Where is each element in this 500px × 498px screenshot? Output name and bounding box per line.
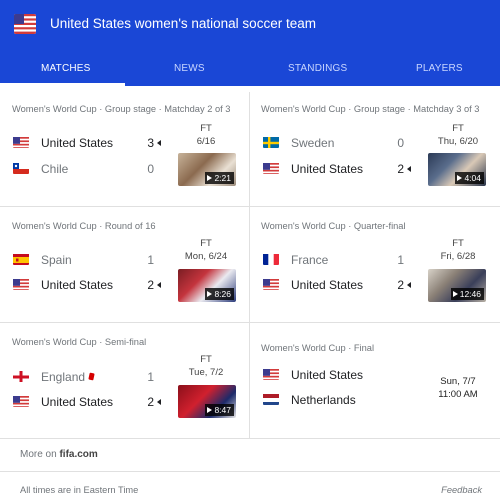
chile-flag-icon bbox=[13, 162, 29, 174]
timezone-note: All times are in Eastern Time bbox=[20, 485, 139, 495]
us-flag-icon bbox=[13, 395, 29, 407]
play-icon bbox=[207, 291, 213, 297]
team-score: 2 bbox=[397, 278, 404, 292]
match-stage: Women's World Cup · Quarter-final bbox=[261, 221, 406, 231]
column-divider bbox=[249, 92, 250, 438]
match-status: FT bbox=[200, 238, 212, 249]
video-duration: 12:46 bbox=[450, 288, 484, 300]
tab-players[interactable]: PLAYERS bbox=[416, 63, 463, 74]
match-date: 6/16 bbox=[196, 136, 216, 147]
england-flag-icon bbox=[13, 370, 29, 382]
play-icon bbox=[207, 407, 213, 413]
match-stage: Women's World Cup · Round of 16 bbox=[12, 221, 156, 231]
match-stage: Women's World Cup · Group stage · Matchd… bbox=[12, 104, 231, 114]
team-header: United States women's national soccer te… bbox=[0, 0, 500, 86]
team-score: 0 bbox=[147, 162, 154, 176]
netherlands-flag-icon bbox=[263, 393, 279, 405]
team-name: Sweden bbox=[291, 136, 335, 150]
team-score: 2 bbox=[147, 395, 154, 409]
match-date: Thu, 6/20 bbox=[437, 136, 479, 147]
team-name: England bbox=[41, 370, 86, 384]
match-stage: Women's World Cup · Semi-final bbox=[12, 337, 147, 347]
feedback-link[interactable]: Feedback bbox=[441, 485, 482, 495]
match-status: FT bbox=[452, 238, 464, 249]
video-thumbnail[interactable]: 8:26 bbox=[178, 269, 236, 302]
match-time: 11:00 AM bbox=[438, 389, 478, 400]
tab-matches[interactable]: MATCHES bbox=[41, 63, 91, 74]
red-card-icon bbox=[88, 372, 95, 381]
video-duration: 4:04 bbox=[455, 172, 484, 184]
team-name: United States bbox=[291, 162, 364, 176]
team-name: Spain bbox=[41, 253, 72, 267]
team-name: United States bbox=[41, 278, 114, 292]
video-thumbnail[interactable]: 2:21 bbox=[178, 153, 236, 186]
team-name: Netherlands bbox=[291, 393, 356, 407]
us-flag-icon bbox=[13, 278, 29, 290]
source-site: fifa.com bbox=[59, 449, 98, 460]
spain-flag-icon bbox=[13, 253, 29, 265]
us-flag-icon bbox=[263, 368, 279, 380]
team-name: France bbox=[291, 253, 329, 267]
video-thumbnail[interactable]: 8:47 bbox=[178, 385, 236, 418]
more-on-fifa-link[interactable]: More on fifa.com bbox=[20, 449, 98, 460]
row-divider bbox=[0, 206, 500, 207]
us-flag-icon bbox=[263, 278, 279, 290]
team-score: 0 bbox=[397, 136, 404, 150]
team-name: United States bbox=[291, 368, 364, 382]
team-score: 3 bbox=[147, 136, 154, 150]
match-stage: Women's World Cup · Final bbox=[261, 343, 375, 353]
team-name: Chile bbox=[41, 162, 69, 176]
row-divider bbox=[0, 471, 500, 472]
active-tab-indicator bbox=[0, 83, 125, 86]
winner-arrow-icon bbox=[157, 140, 161, 146]
sweden-flag-icon bbox=[263, 136, 279, 148]
match-date: Fri, 6/28 bbox=[440, 251, 476, 262]
us-flag-icon bbox=[263, 162, 279, 174]
play-icon bbox=[207, 175, 213, 181]
team-score: 2 bbox=[147, 278, 154, 292]
play-icon bbox=[452, 291, 458, 297]
winner-arrow-icon bbox=[157, 282, 161, 288]
row-divider bbox=[0, 438, 500, 439]
match-date: Mon, 6/24 bbox=[184, 251, 228, 262]
match-status: FT bbox=[200, 354, 212, 365]
team-score: 2 bbox=[397, 162, 404, 176]
tab-standings[interactable]: STANDINGS bbox=[288, 63, 347, 74]
team-name: United States bbox=[41, 136, 114, 150]
winner-arrow-icon bbox=[407, 282, 411, 288]
play-icon bbox=[457, 175, 463, 181]
match-status: FT bbox=[452, 123, 464, 134]
match-date: Sun, 7/7 bbox=[440, 376, 476, 387]
winner-arrow-icon bbox=[407, 166, 411, 172]
match-status: FT bbox=[200, 123, 212, 134]
video-thumbnail[interactable]: 4:04 bbox=[428, 153, 486, 186]
page-title: United States women's national soccer te… bbox=[50, 16, 316, 31]
us-flag-icon bbox=[14, 14, 36, 34]
video-duration: 8:26 bbox=[205, 288, 234, 300]
team-score: 1 bbox=[397, 253, 404, 267]
team-name: United States bbox=[291, 278, 364, 292]
tab-news[interactable]: NEWS bbox=[174, 63, 205, 74]
france-flag-icon bbox=[263, 253, 279, 265]
team-score: 1 bbox=[147, 253, 154, 267]
team-score: 1 bbox=[147, 370, 154, 384]
us-flag-icon bbox=[13, 136, 29, 148]
video-duration: 2:21 bbox=[205, 172, 234, 184]
video-duration: 8:47 bbox=[205, 404, 234, 416]
match-stage: Women's World Cup · Group stage · Matchd… bbox=[261, 104, 480, 114]
team-name: United States bbox=[41, 395, 114, 409]
video-thumbnail[interactable]: 12:46 bbox=[428, 269, 486, 302]
match-date: Tue, 7/2 bbox=[188, 367, 224, 378]
row-divider bbox=[0, 322, 500, 323]
winner-arrow-icon bbox=[157, 399, 161, 405]
